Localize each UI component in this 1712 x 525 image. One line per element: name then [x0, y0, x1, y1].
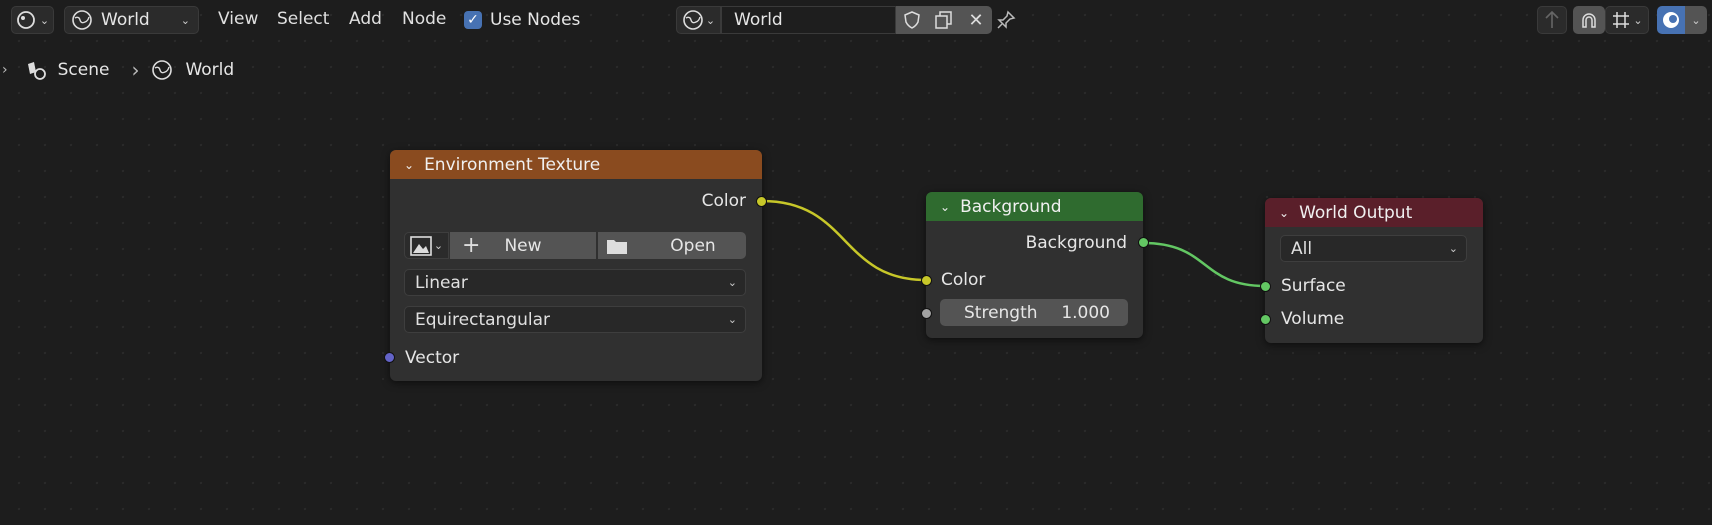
duplicate-datablock-button[interactable]: [928, 6, 960, 34]
grid-snap-icon: [1613, 12, 1630, 28]
node-title: World Output: [1299, 202, 1413, 223]
scene-icon: [27, 62, 46, 80]
surface-input-socket[interactable]: [1260, 281, 1271, 292]
node-header[interactable]: ⌄ Environment Texture: [390, 150, 762, 179]
projection-dropdown[interactable]: Equirectangular ⌄: [404, 306, 746, 333]
close-icon: ✕: [968, 9, 984, 31]
world-icon: [152, 60, 173, 80]
chevron-down-icon: ⌄: [1633, 13, 1643, 27]
interpolation-value: Linear: [415, 272, 468, 293]
fake-user-button[interactable]: [896, 6, 928, 34]
magnet-icon: [1582, 13, 1596, 28]
breadcrumb-scene: Scene: [57, 60, 110, 80]
snap-target-dropdown[interactable]: ⌄: [1605, 6, 1649, 34]
background-node[interactable]: ⌄ Background Background Color Strength 1…: [926, 192, 1143, 338]
chevron-down-icon[interactable]: ⌄: [940, 200, 950, 214]
copy-icon: [935, 11, 952, 29]
pin-icon: [997, 10, 1016, 29]
background-output-socket[interactable]: [1138, 237, 1149, 248]
breadcrumb-world: World: [185, 60, 235, 80]
strength-label: Strength: [964, 302, 1038, 323]
strength-input-socket[interactable]: [921, 308, 932, 319]
color-input-socket[interactable]: [921, 275, 932, 286]
link-background-to-surface: [1142, 241, 1266, 288]
overlay-icon: [1663, 12, 1679, 28]
chevron-down-icon: ⌄: [1448, 242, 1458, 255]
node-header[interactable]: ⌄ World Output: [1265, 198, 1483, 227]
target-value: All: [1291, 238, 1313, 259]
vector-input-label: Vector: [405, 348, 460, 368]
use-nodes-toggle[interactable]: ✓ Use Nodes: [464, 10, 580, 30]
folder-icon: [607, 239, 627, 254]
strength-value: 1.000: [1061, 302, 1110, 323]
image-icon: [410, 235, 432, 256]
world-output-node[interactable]: ⌄ World Output All ⌄ Surface Volume: [1265, 198, 1483, 343]
menu-view[interactable]: View: [218, 9, 258, 29]
open-label: Open: [670, 235, 716, 256]
parent-node-tree-button[interactable]: [1537, 6, 1567, 34]
checkbox-checked-icon[interactable]: ✓: [464, 11, 482, 29]
projection-value: Equirectangular: [415, 309, 551, 330]
overlays-toggle[interactable]: [1657, 6, 1685, 34]
menu-add[interactable]: Add: [349, 9, 382, 29]
color-output-label: Color: [701, 191, 746, 211]
chevron-down-icon: ⌄: [705, 13, 716, 27]
world-icon: [72, 10, 92, 30]
chevron-down-icon: ⌄: [433, 239, 444, 252]
plus-icon: +: [462, 233, 481, 258]
unlink-datablock-button[interactable]: ✕: [960, 6, 992, 34]
new-label: New: [504, 235, 542, 256]
node-editor-icon: [16, 11, 35, 29]
snap-toggle[interactable]: [1573, 6, 1605, 34]
volume-input-label: Volume: [1281, 309, 1345, 329]
link-color-to-color: [761, 199, 927, 282]
world-name-field[interactable]: World: [721, 6, 896, 34]
editor-type-button[interactable]: ⌄: [11, 6, 54, 34]
use-nodes-label: Use Nodes: [490, 10, 581, 30]
arrow-up-icon: [1545, 10, 1559, 28]
interpolation-dropdown[interactable]: Linear ⌄: [404, 269, 746, 296]
world-name-value: World: [734, 10, 783, 30]
node-header[interactable]: ⌄ Background: [926, 192, 1143, 221]
pin-button[interactable]: [993, 7, 1019, 33]
chevron-down-icon: ⌄: [39, 13, 50, 27]
surface-input-label: Surface: [1281, 276, 1346, 296]
menu-select[interactable]: Select: [277, 9, 329, 29]
node-title: Background: [960, 196, 1062, 217]
volume-input-socket[interactable]: [1260, 314, 1271, 325]
node-title: Environment Texture: [424, 154, 601, 175]
overlays-dropdown[interactable]: ⌄: [1685, 6, 1707, 34]
chevron-right-icon: ›: [131, 58, 140, 82]
vector-input-socket[interactable]: [384, 352, 395, 363]
open-image-button[interactable]: Open: [598, 232, 746, 259]
target-dropdown[interactable]: All ⌄: [1280, 235, 1467, 262]
shield-icon: [904, 11, 920, 29]
color-output-socket[interactable]: [756, 196, 767, 207]
menu-node[interactable]: Node: [402, 9, 446, 29]
chevron-down-icon: ⌄: [727, 313, 737, 326]
chevron-down-icon: ⌄: [1691, 13, 1701, 27]
chevron-right-icon: ›: [2, 62, 8, 78]
chevron-down-icon[interactable]: ⌄: [404, 158, 414, 172]
chevron-down-icon[interactable]: ⌄: [1279, 206, 1289, 220]
new-image-button[interactable]: + New: [450, 232, 596, 259]
chevron-down-icon: ⌄: [180, 13, 190, 27]
world-browse-button[interactable]: ⌄: [676, 6, 721, 34]
background-output-label: Background: [1025, 233, 1127, 253]
world-icon: [683, 10, 703, 30]
image-browse-button[interactable]: ⌄: [404, 232, 449, 259]
world-dropdown-label: World: [101, 10, 150, 30]
strength-field[interactable]: Strength 1.000: [940, 299, 1128, 326]
world-type-dropdown[interactable]: World ⌄: [64, 6, 199, 34]
node-editor-header: ⌄ World ⌄ View Select Add Node ✓ Use Nod…: [0, 0, 1712, 40]
color-input-label: Color: [941, 270, 986, 290]
environment-texture-node[interactable]: ⌄ Environment Texture Color ⌄ + New Open…: [390, 150, 762, 381]
breadcrumb: › Scene › World: [0, 58, 234, 82]
chevron-down-icon: ⌄: [727, 276, 737, 289]
